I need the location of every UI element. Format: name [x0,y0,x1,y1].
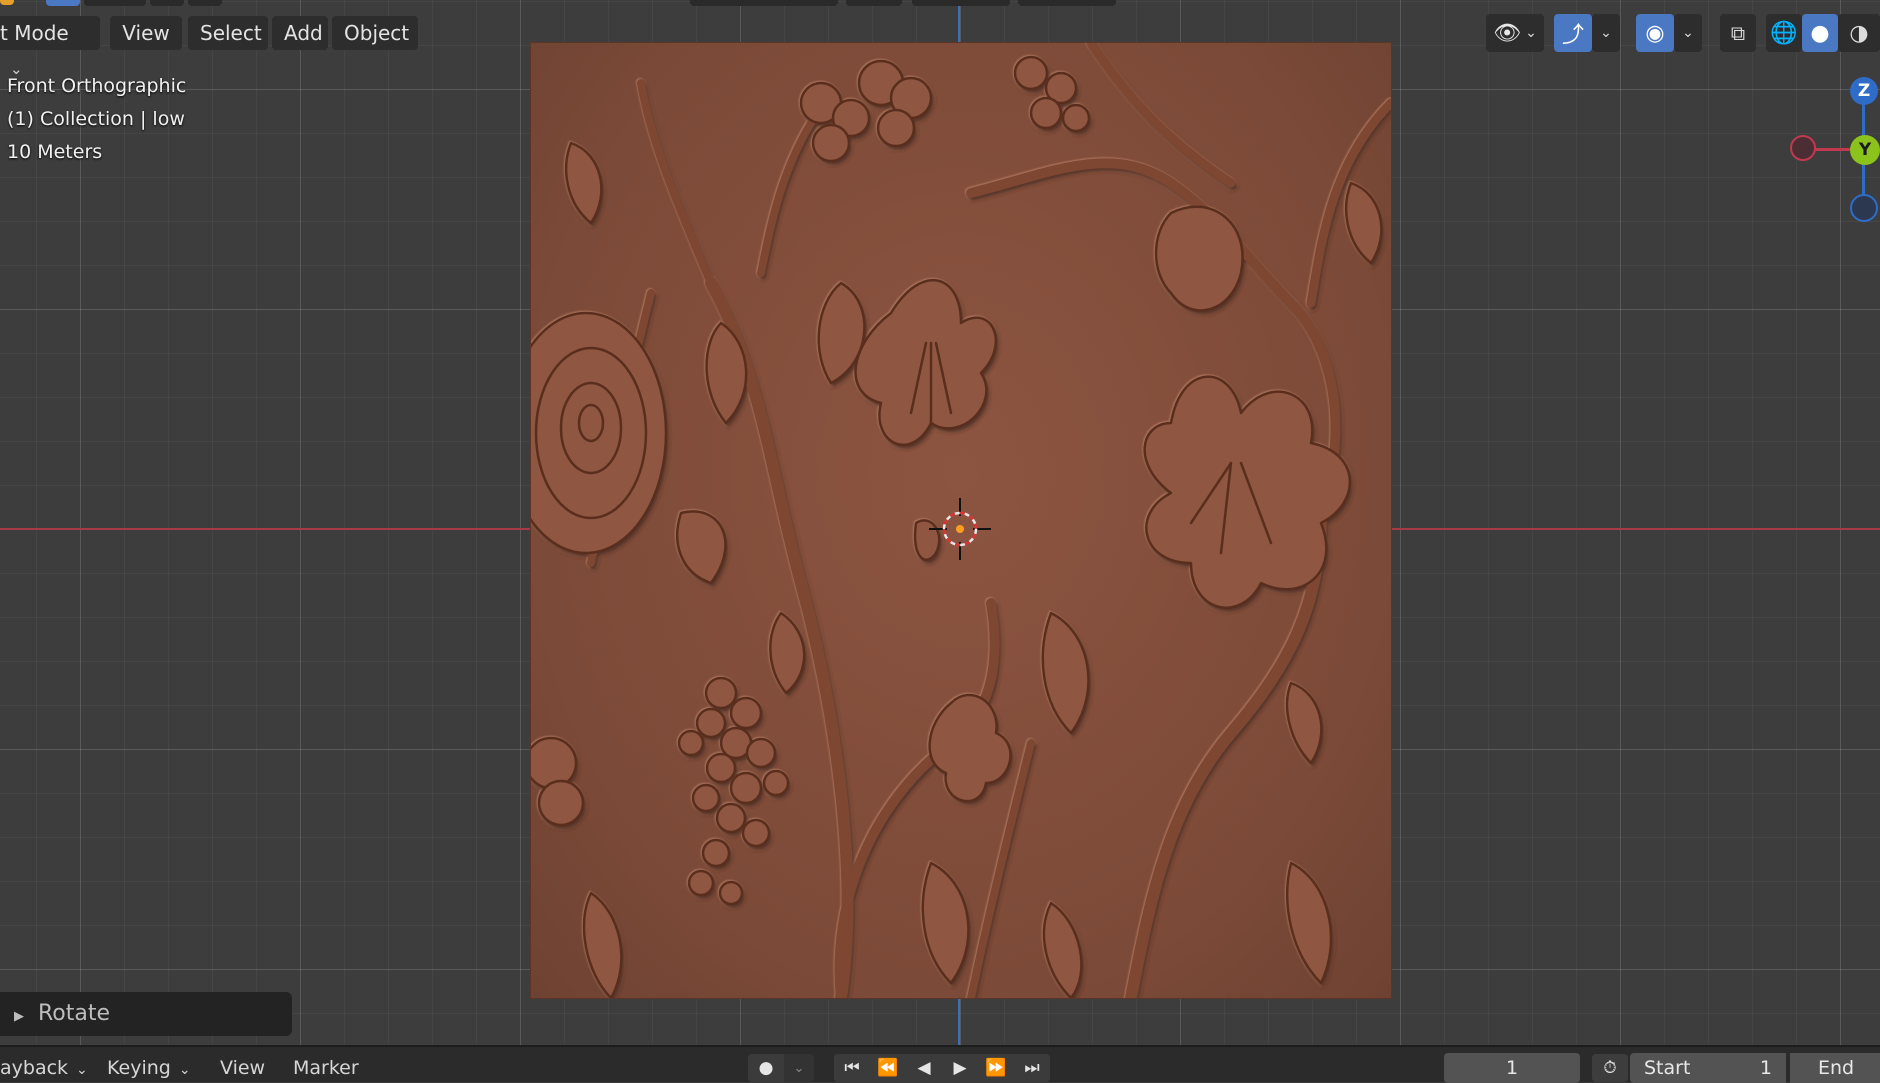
shading-material[interactable]: ◑ [1838,14,1880,52]
workspace-tab[interactable] [150,0,184,6]
eye-icon: 👁 [1493,20,1522,46]
header-tab[interactable] [846,0,902,6]
chevron-down-icon: ⌄ [1600,25,1612,41]
header-tab[interactable] [912,0,1010,6]
editor-type-indicator [0,0,14,5]
record-icon: ● [758,1058,774,1078]
start-value: 1 [1759,1057,1772,1079]
menu-timeline-view[interactable]: View [220,1057,265,1079]
menu-keying[interactable]: Keying ⌄ [107,1057,191,1079]
header-tab[interactable] [1018,0,1116,6]
workspace-tab[interactable] [84,0,146,6]
viewport-header: t Mode⌄ View Select Add Object 👁 ⌄ ⤴ ⌄ ◉ … [0,0,1880,78]
navigation-gizmo[interactable]: Z Y [1780,72,1880,232]
timeline-header: ayback ⌄ Keying ⌄ View Marker ● ⌄ ⏮ ⏪ ◀ ▶ … [0,1045,1880,1083]
chevron-down-icon: ⌄ [1682,25,1694,41]
shading-wireframe[interactable]: 🌐 [1766,14,1802,52]
menu-view[interactable]: View [110,16,182,50]
mode-label: t Mode [0,21,69,45]
end-frame-field[interactable]: End [1790,1053,1880,1083]
visibility-dropdown[interactable]: 👁 ⌄ [1486,14,1544,52]
auto-keying-toggle[interactable]: ● [748,1054,784,1082]
current-frame-field[interactable]: 1 [1444,1053,1580,1083]
end-label: End [1818,1057,1855,1079]
next-keyframe-button[interactable]: ⏩ [978,1054,1014,1082]
solid-icon: ● [1810,20,1830,46]
collection-text: (1) Collection | low [7,108,185,130]
chevron-down-icon: ⌄ [793,1060,805,1076]
xray-toggle[interactable]: ⧉ [1720,14,1756,52]
material-icon: ◑ [1849,20,1869,46]
gizmo-y-handle[interactable]: Y [1850,135,1880,165]
menu-select[interactable]: Select [188,16,268,50]
play-button[interactable]: ▶ [942,1054,978,1082]
gizmo-toggle[interactable]: ⤴ [1554,14,1592,52]
start-frame-field[interactable]: Start 1 [1630,1053,1786,1083]
grid-scale-text: 10 Meters [7,141,103,163]
play-reverse-button[interactable]: ◀ [906,1054,942,1082]
keying-dropdown[interactable]: ⌄ [784,1054,814,1082]
play-reverse-icon: ◀ [917,1058,931,1078]
workspace-tab[interactable] [188,0,222,6]
gizmo-dropdown[interactable]: ⌄ [1592,14,1620,52]
chevron-down-icon: ⌄ [1525,25,1537,41]
clock-icon: ⏱ [1603,1058,1617,1078]
overlay-dropdown[interactable]: ⌄ [1674,14,1702,52]
view-name-text: Front Orthographic [7,75,187,97]
3d-cursor[interactable] [929,498,991,560]
jump-end-icon: ⏭ [1024,1058,1040,1078]
next-keyframe-icon: ⏩ [985,1058,1007,1078]
chevron-down-icon: ⌄ [178,1062,191,1078]
prev-keyframe-button[interactable]: ⏪ [870,1054,906,1082]
menu-object[interactable]: Object [332,16,418,50]
menu-marker[interactable]: Marker [293,1057,359,1079]
3d-viewport[interactable] [0,0,1880,1045]
overlay-toggle[interactable]: ◉ [1636,14,1674,52]
menu-playback[interactable]: ayback ⌄ [0,1057,88,1079]
preview-range-toggle[interactable]: ⏱ [1592,1054,1628,1082]
operator-label: Rotate [38,1001,111,1026]
play-icon: ▶ [953,1058,967,1078]
menu-add[interactable]: Add [272,16,328,50]
workspace-tab[interactable] [46,0,80,6]
xray-icon: ⧉ [1730,21,1746,45]
mode-dropdown[interactable]: t Mode⌄ [0,16,100,78]
wireframe-icon: 🌐 [1770,20,1798,46]
header-tab[interactable] [690,0,838,6]
gizmo-icon: ⤴ [1561,23,1584,48]
jump-start-button[interactable]: ⏮ [834,1054,870,1082]
gizmo-negx-handle[interactable] [1790,135,1816,161]
start-label: Start [1644,1057,1691,1079]
prev-keyframe-icon: ⏪ [877,1058,899,1078]
chevron-down-icon: ⌄ [76,1062,88,1078]
jump-start-icon: ⏮ [844,1058,860,1078]
shading-solid[interactable]: ● [1802,14,1838,52]
jump-end-button[interactable]: ⏭ [1014,1054,1050,1082]
last-operator-panel[interactable]: ▶ Rotate [0,992,292,1036]
gizmo-z-handle[interactable]: Z [1850,77,1878,105]
chevron-right-icon: ▶ [14,1009,24,1024]
overlay-icon: ◉ [1645,20,1665,46]
gizmo-negz-handle[interactable] [1850,194,1878,222]
